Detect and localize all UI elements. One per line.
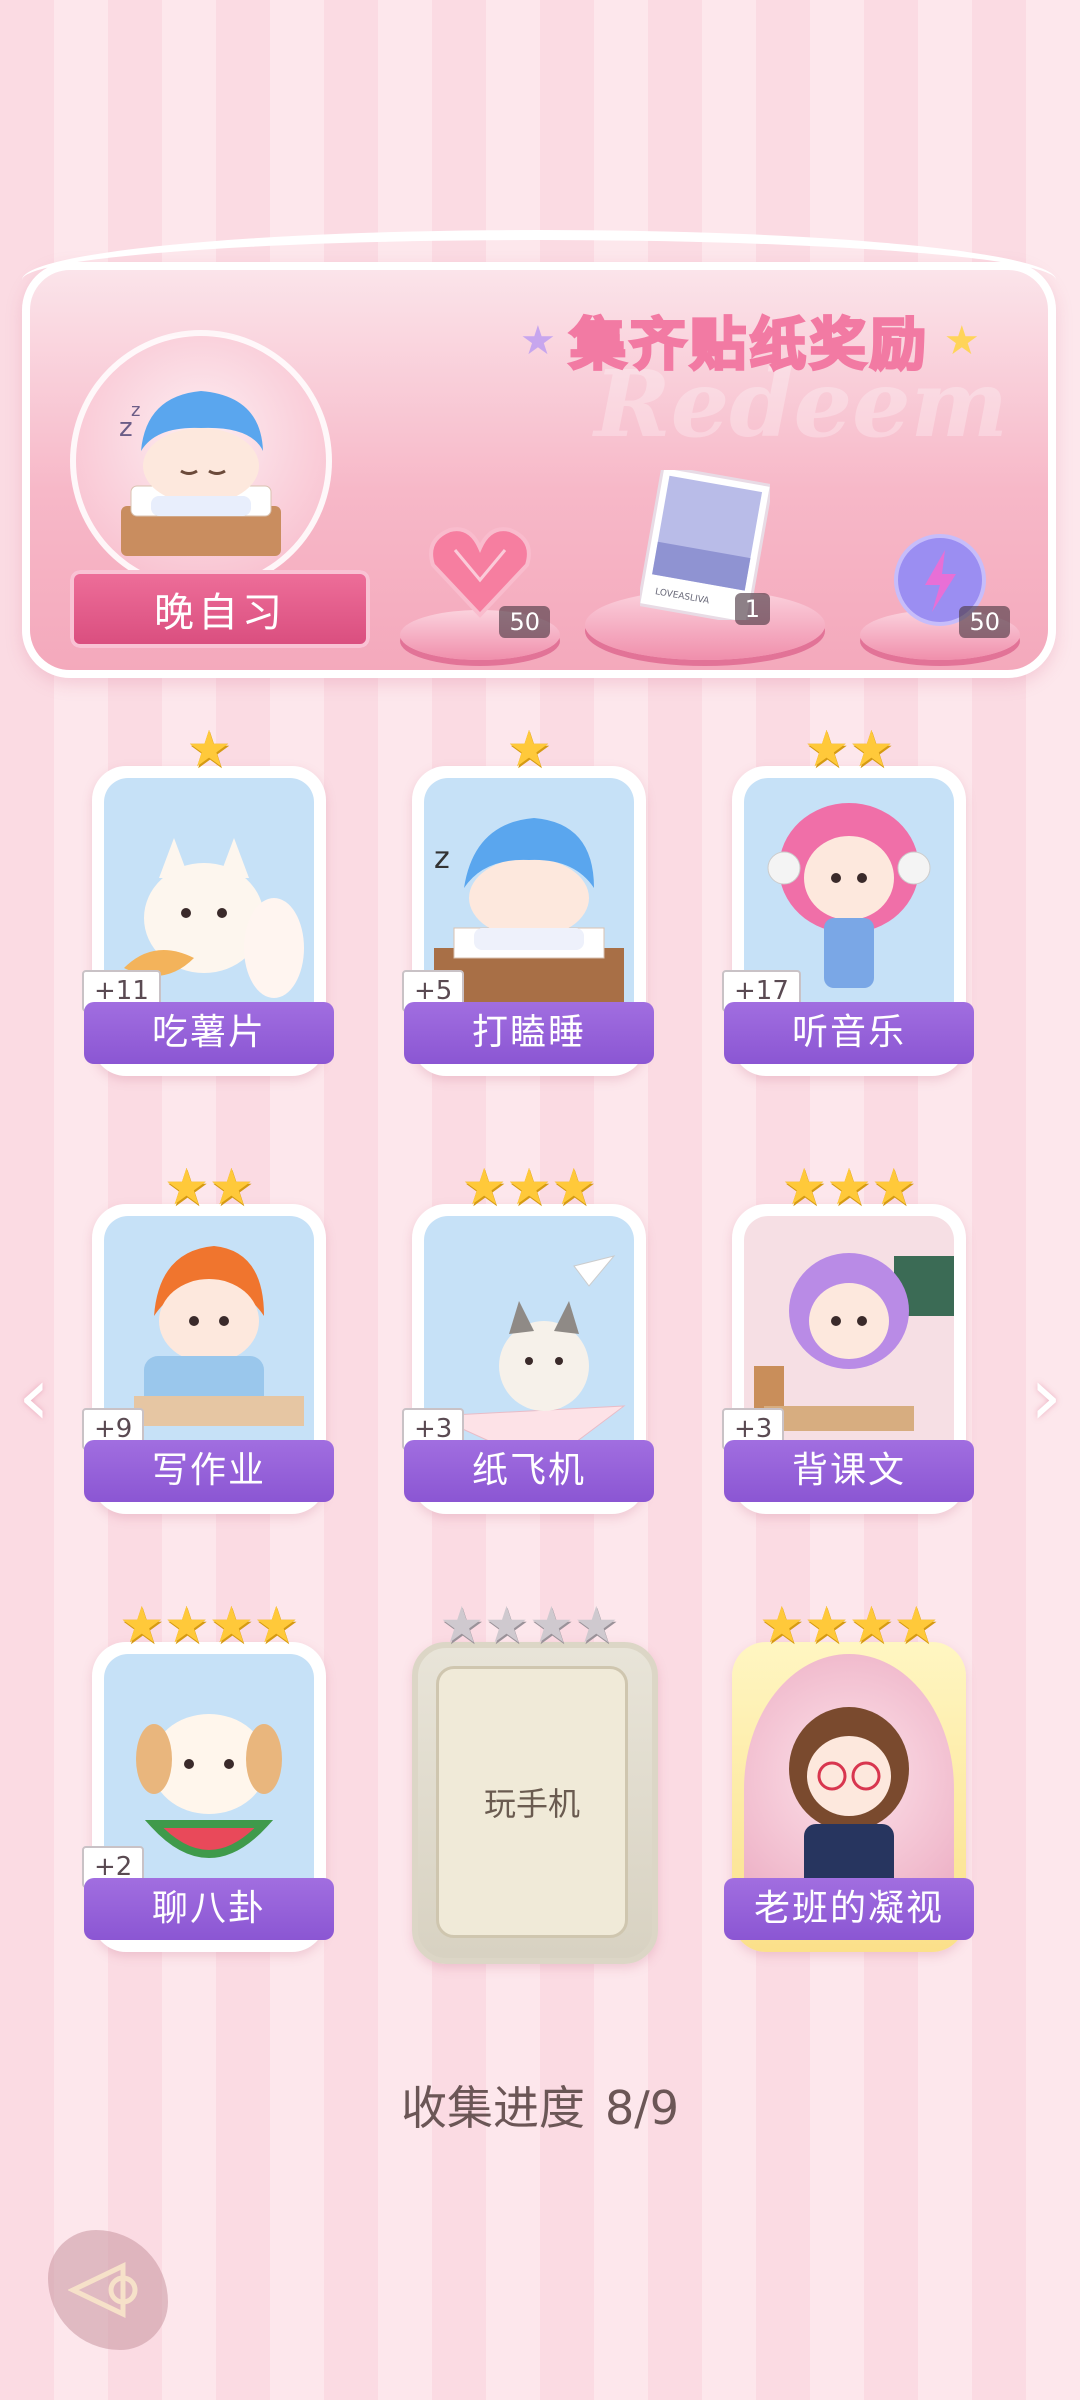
task-ribbon: 晚自习 xyxy=(70,570,370,648)
star-icon: ★ xyxy=(506,1158,552,1216)
sticker-card[interactable]: ★★★★ +2 聊八卦 xyxy=(82,1596,334,1956)
sticker-label: 听音乐 xyxy=(724,1002,974,1064)
sticker-label: 聊八卦 xyxy=(84,1878,334,1940)
card-frame: +3 纸飞机 xyxy=(402,1204,654,1514)
star-icon: ★ xyxy=(119,1596,165,1654)
sticker-card[interactable]: ★★★ +3 背课文 xyxy=(722,1158,974,1518)
sticker-card[interactable]: ★ z +5 打瞌睡 xyxy=(402,720,654,1080)
card-frame: +11 吃薯片 xyxy=(82,766,334,1076)
previous-page-arrow[interactable]: ‹ xyxy=(18,1350,50,1443)
star-icon: ★ xyxy=(461,1158,507,1216)
card-frame: 老班的凝视 xyxy=(724,1642,974,1952)
star-icon: ★ xyxy=(849,1596,894,1654)
star-rating: ★★★★ xyxy=(404,1596,654,1654)
sticker-label: 写作业 xyxy=(84,1440,334,1502)
star-icon: ★ xyxy=(520,317,556,364)
star-icon: ★ xyxy=(893,1596,939,1654)
card-frame: +9 写作业 xyxy=(82,1204,334,1514)
task-label: 晚自习 xyxy=(154,590,286,636)
reward-heart-gem[interactable]: 50 xyxy=(400,527,560,660)
star-icon: ★ xyxy=(529,1596,574,1654)
star-icon: ★ xyxy=(804,1596,849,1654)
reward-count: 50 xyxy=(959,606,1010,638)
sticker-label: 吃薯片 xyxy=(84,1002,334,1064)
sticker-grid: ★ +11 吃薯片 ★ z +5 打瞌睡 ★★ +17 听音乐 ★★ +9 写作… xyxy=(82,720,996,2010)
star-icon: ★ xyxy=(943,317,980,364)
reward-count: 1 xyxy=(734,593,770,625)
svg-text:z: z xyxy=(434,841,450,876)
star-icon: ★ xyxy=(871,1158,917,1216)
star-icon: ★ xyxy=(439,1596,485,1654)
star-icon: ★ xyxy=(781,1158,827,1216)
star-rating: ★★★ xyxy=(724,1158,974,1216)
reward-banner: Redeem ★ 集齐贴纸奖励 ★ z z 晚自习 50 LOVEASLIVA … xyxy=(22,230,1056,678)
star-icon: ★ xyxy=(804,720,849,778)
sleeping-boy-illustration: z z xyxy=(119,391,281,556)
star-icon: ★ xyxy=(573,1596,619,1654)
star-rating: ★★★★ xyxy=(724,1596,974,1654)
card-frame: +3 背课文 xyxy=(722,1204,974,1514)
star-icon: ★ xyxy=(551,1158,597,1216)
star-icon: ★ xyxy=(253,1596,299,1654)
sticker-card[interactable]: ★★★ +3 纸飞机 xyxy=(402,1158,654,1518)
star-rating: ★ xyxy=(84,720,334,778)
star-icon: ★ xyxy=(164,1596,209,1654)
card-frame: +2 聊八卦 xyxy=(82,1642,334,1952)
reward-energy-orb[interactable]: 50 xyxy=(860,534,1020,660)
heart-gem-icon xyxy=(429,527,531,618)
star-icon: ★ xyxy=(164,1158,209,1216)
sticker-card[interactable]: ★★ +9 写作业 xyxy=(82,1158,334,1518)
star-rating: ★ xyxy=(404,720,654,778)
star-icon: ★ xyxy=(826,1158,872,1216)
reward-postcard[interactable]: LOVEASLIVA 1 xyxy=(585,470,825,660)
star-icon: ★ xyxy=(849,720,894,778)
sticker-label: 背课文 xyxy=(724,1440,974,1502)
sticker-label: 玩手机 xyxy=(483,1785,580,1823)
banner-title-group: ★ 集齐贴纸奖励 ★ xyxy=(520,300,980,381)
banner-title: 集齐贴纸奖励 xyxy=(568,312,930,380)
back-arrow-icon xyxy=(68,2262,138,2318)
task-avatar: z z xyxy=(70,330,332,592)
progress-value: 8/9 xyxy=(604,2081,680,2135)
back-button[interactable] xyxy=(48,2230,168,2350)
star-rating: ★★ xyxy=(84,1158,334,1216)
sticker-label: 老班的凝视 xyxy=(724,1878,974,1940)
card-frame: z +5 打瞌睡 xyxy=(402,766,654,1076)
sticker-label: 纸飞机 xyxy=(404,1440,654,1502)
reward-count: 50 xyxy=(499,606,550,638)
sticker-card[interactable]: ★ +11 吃薯片 xyxy=(82,720,334,1080)
star-rating: ★★★ xyxy=(404,1158,654,1216)
sticker-label: 打瞌睡 xyxy=(404,1002,654,1064)
progress-label: 收集进度 xyxy=(400,2081,585,2135)
card-frame: 玩手机 xyxy=(412,1642,658,1964)
star-icon: ★ xyxy=(759,1596,805,1654)
locked-placeholder: 玩手机 xyxy=(436,1666,628,1938)
sticker-card-gold[interactable]: ★★★★ 老班的凝视 xyxy=(724,1596,974,1956)
sticker-card[interactable]: ★★ +17 听音乐 xyxy=(722,720,974,1080)
star-rating: ★★ xyxy=(724,720,974,778)
star-icon: ★ xyxy=(484,1596,529,1654)
card-frame: +17 听音乐 xyxy=(722,766,974,1076)
star-icon: ★ xyxy=(209,1596,254,1654)
sticker-card-locked[interactable]: ★★★★ 玩手机 xyxy=(404,1596,658,1964)
svg-text:z: z xyxy=(131,400,140,421)
star-icon: ★ xyxy=(209,1158,254,1216)
next-page-arrow[interactable]: › xyxy=(1030,1350,1062,1443)
star-icon: ★ xyxy=(186,720,232,778)
collection-progress: 收集进度 8/9 xyxy=(0,2072,1080,2138)
star-rating: ★★★★ xyxy=(84,1596,334,1654)
star-icon: ★ xyxy=(506,720,552,778)
